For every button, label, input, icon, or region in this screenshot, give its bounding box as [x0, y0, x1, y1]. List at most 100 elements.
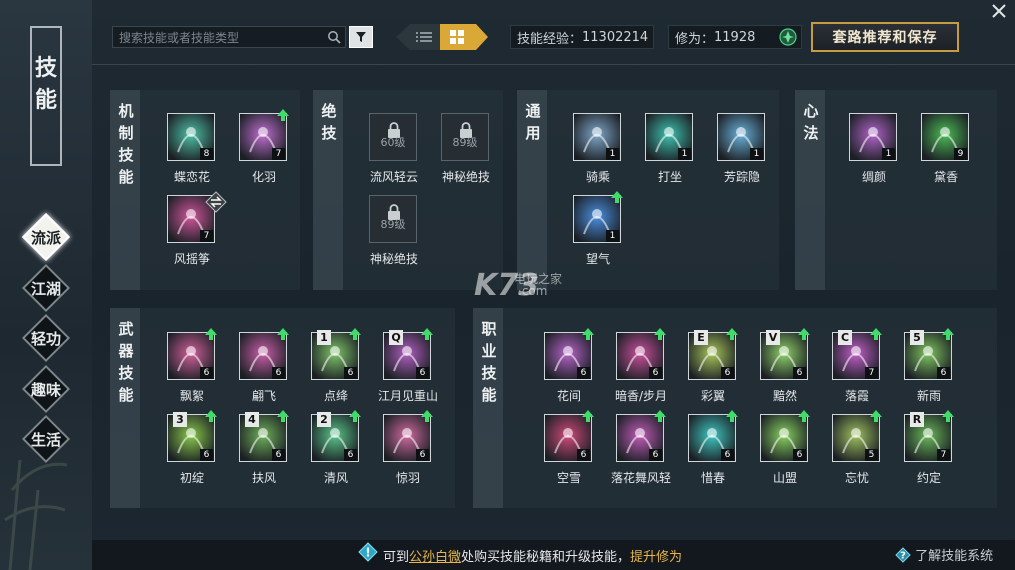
search-icon[interactable] — [327, 30, 341, 44]
skill-heart-0[interactable]: 1 绸颜 — [838, 113, 910, 193]
skill-ultimate-2[interactable]: 89级 神秘绝技 — [358, 195, 430, 275]
skill-class-10[interactable]: 5 忘忧 — [821, 410, 893, 494]
recommend-save-button[interactable]: 套路推荐和保存 — [811, 22, 959, 52]
skill-level: 7 — [272, 148, 285, 160]
skill-common-1[interactable]: 1 打坐 — [634, 113, 706, 193]
skill-mechanism-2[interactable]: 7 风摇筝 — [156, 191, 228, 275]
cultivation-link[interactable]: 提升修为 — [630, 550, 682, 565]
skill-ultimate-1[interactable]: 89级 神秘绝技 — [430, 113, 502, 193]
skill-icon-locked[interactable]: 89级 — [369, 195, 417, 243]
skill-class-3[interactable]: 6 V 黯然 — [749, 328, 821, 412]
skill-weapon-7[interactable]: 6 惊羽 — [372, 410, 444, 494]
skill-mechanism-0[interactable]: 8 蝶恋花 — [156, 113, 228, 193]
skill-level: 5 — [865, 449, 878, 461]
skill-class-4[interactable]: 7 C 落霞 — [821, 328, 893, 412]
cultivation-value: 11928 — [714, 29, 756, 45]
npc-link[interactable]: 公孙白微 — [409, 550, 461, 565]
skill-level: 6 — [649, 449, 662, 461]
svg-text:!: ! — [365, 546, 370, 560]
search-input[interactable] — [117, 28, 321, 48]
skill-class-5[interactable]: 6 5 新雨 — [893, 328, 965, 412]
skill-level: 1 — [750, 148, 763, 160]
skill-icon-locked[interactable]: 60级 — [369, 113, 417, 161]
svg-text:?: ? — [900, 551, 906, 562]
skill-common-0[interactable]: 1 骑乘 — [562, 113, 634, 193]
upgrade-arrow-icon — [798, 328, 810, 340]
rail-tab-4[interactable]: 生活 — [21, 414, 71, 464]
skill-weapon-1[interactable]: 6 翩飞 — [228, 328, 300, 412]
swap-icon[interactable] — [205, 191, 227, 213]
skill-level: 1 — [882, 148, 895, 160]
skill-icon[interactable]: 1 — [645, 113, 693, 161]
search-box[interactable] — [112, 26, 346, 48]
upgrade-arrow-icon — [726, 328, 738, 340]
cultivation-icon[interactable] — [779, 28, 797, 46]
skill-class-7[interactable]: 6 落花舞风轻 — [605, 410, 677, 494]
skill-class-6[interactable]: 6 空雪 — [533, 410, 605, 494]
skill-weapon-6[interactable]: 6 2 清风 — [300, 410, 372, 494]
skill-weapon-5[interactable]: 6 4 扶风 — [228, 410, 300, 494]
skill-class-9[interactable]: 6 山盟 — [749, 410, 821, 494]
skill-level: 1 — [606, 230, 619, 242]
upgrade-arrow-icon — [654, 410, 666, 422]
upgrade-arrow-icon — [349, 410, 361, 422]
skill-class-8[interactable]: 6 惜春 — [677, 410, 749, 494]
skill-level: 6 — [793, 449, 806, 461]
cultivation-label: 修为： — [675, 31, 715, 47]
skill-icon[interactable]: 9 — [921, 113, 969, 161]
close-icon — [992, 4, 1006, 18]
skill-icon[interactable]: 1 — [849, 113, 897, 161]
skill-common-2[interactable]: 1 芳踪隐 — [706, 113, 778, 193]
skill-icon[interactable]: 8 — [167, 113, 215, 161]
skill-heart-1[interactable]: 9 黛香 — [910, 113, 982, 193]
rail-tab-1[interactable]: 江湖 — [21, 263, 71, 313]
rail-tab-0[interactable]: 流派 — [21, 212, 71, 262]
skill-level: 6 — [200, 449, 213, 461]
grid-view-button[interactable] — [440, 24, 488, 50]
heart-title: 心法 — [803, 102, 819, 142]
skill-class-11[interactable]: 7 R 约定 — [893, 410, 965, 494]
close-button[interactable] — [988, 0, 1010, 22]
skill-level: 7 — [937, 449, 950, 461]
skill-name: 望气 — [585, 252, 610, 266]
skill-name: 芳踪隐 — [723, 170, 760, 184]
skill-weapon-2[interactable]: 6 1 点绛 — [300, 328, 372, 412]
rail-tab-label: 江湖 — [30, 279, 61, 298]
skill-level: 6 — [344, 367, 357, 379]
rail-tab-3[interactable]: 趣味 — [21, 364, 71, 414]
upgrade-arrow-icon — [277, 328, 289, 340]
rail-tab-2[interactable]: 轻功 — [21, 313, 71, 363]
skill-class-2[interactable]: 6 E 彩翼 — [677, 328, 749, 412]
skill-level: 6 — [793, 367, 806, 379]
upgrade-arrow-icon — [798, 410, 810, 422]
skill-level: 1 — [606, 148, 619, 160]
hotkey-badge: V — [766, 330, 780, 345]
skill-mechanism-1[interactable]: 7 化羽 — [228, 109, 300, 193]
class-title: 职业技能 — [481, 320, 497, 404]
skill-weapon-3[interactable]: 6 Q 江月见重山 — [372, 328, 444, 412]
skill-weapon-4[interactable]: 6 3 初绽 — [156, 410, 228, 494]
skill-common-3[interactable]: 1 望气 — [562, 191, 634, 275]
upgrade-arrow-icon — [582, 328, 594, 340]
hotkey-badge: E — [694, 330, 708, 345]
filter-button[interactable] — [349, 26, 373, 48]
skill-ultimate-0[interactable]: 60级 流风轻云 — [358, 113, 430, 193]
skill-level: 6 — [577, 367, 590, 379]
skill-level: 1 — [678, 148, 691, 160]
upgrade-arrow-icon — [942, 328, 954, 340]
skill-icon[interactable]: 1 — [717, 113, 765, 161]
skill-icon-locked[interactable]: 89级 — [441, 113, 489, 161]
upgrade-arrow-icon — [582, 410, 594, 422]
skill-class-0[interactable]: 6 花间 — [533, 328, 605, 412]
help-link[interactable]: ? 了解技能系统 — [895, 545, 993, 564]
skill-class-1[interactable]: 6 暗香/步月 — [605, 328, 677, 412]
skill-weapon-0[interactable]: 6 飘絮 — [156, 328, 228, 412]
hotkey-badge: Q — [389, 330, 403, 345]
upgrade-arrow-icon — [277, 109, 289, 121]
upgrade-arrow-icon — [349, 328, 361, 340]
upgrade-arrow-icon — [205, 328, 217, 340]
skill-icon[interactable]: 1 — [573, 113, 621, 161]
skill-level: 6 — [416, 367, 429, 379]
skill-exp-display: 技能经验： 11302214 — [510, 25, 654, 49]
list-view-button[interactable] — [396, 24, 442, 50]
